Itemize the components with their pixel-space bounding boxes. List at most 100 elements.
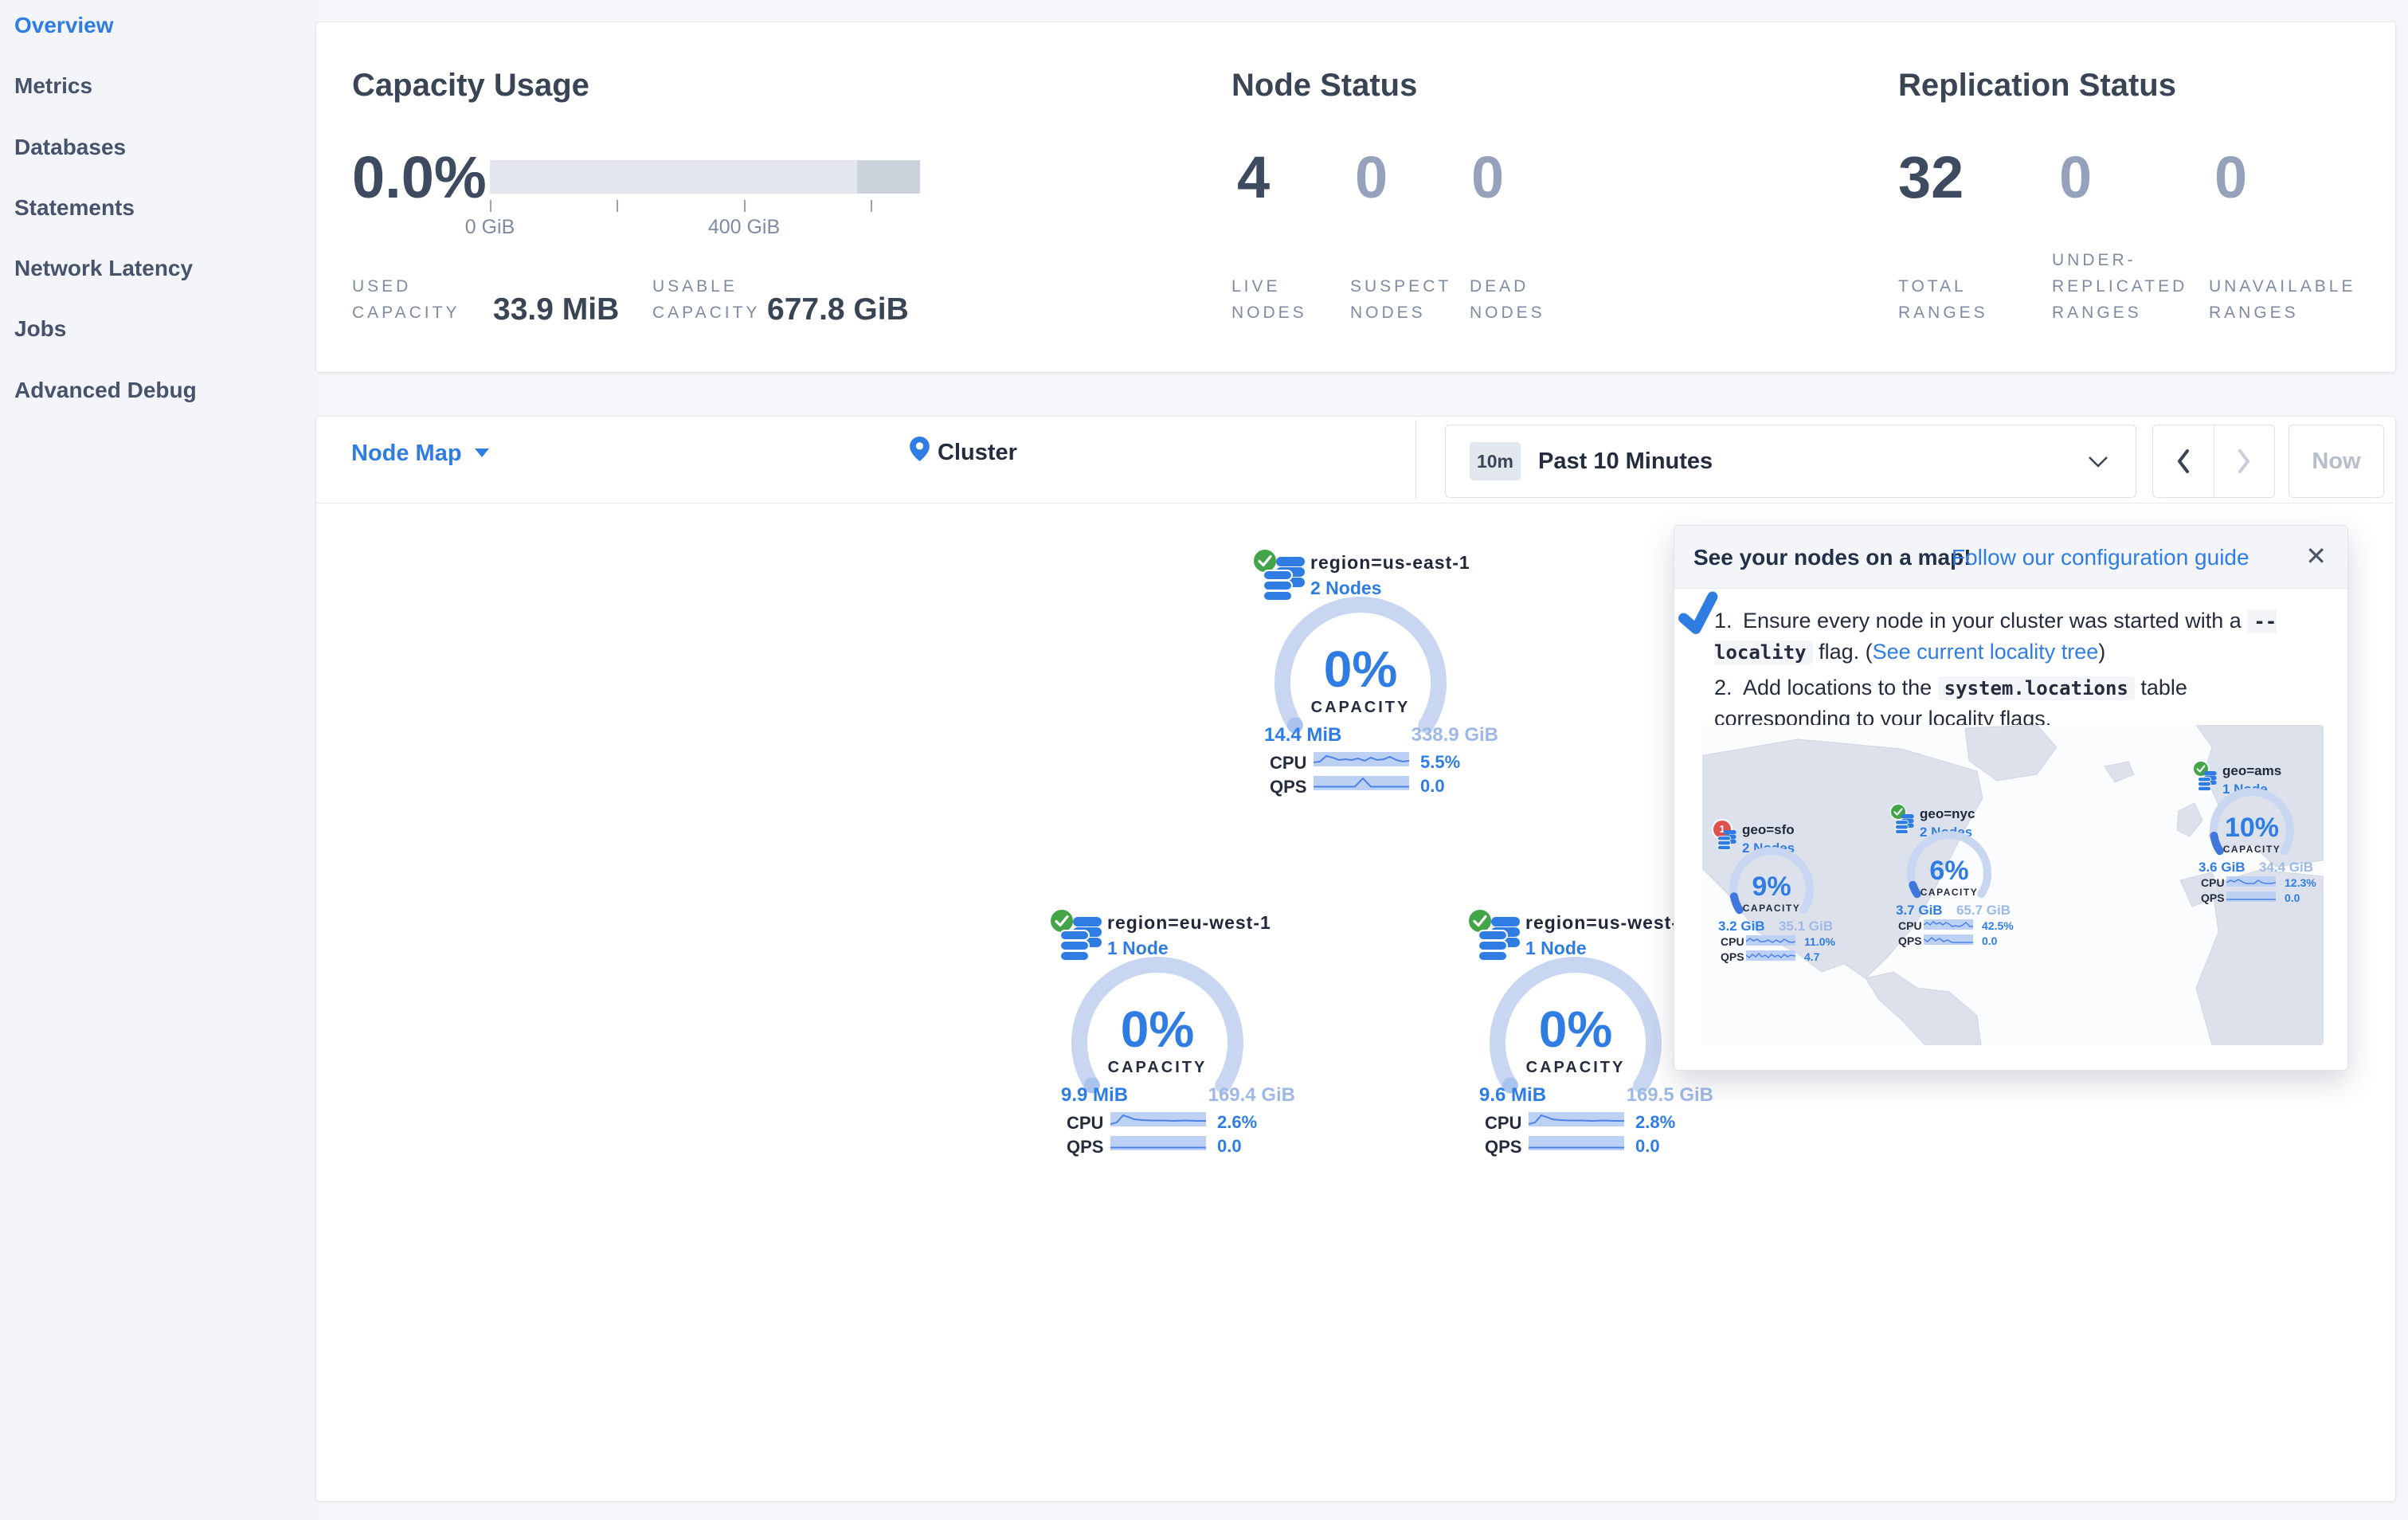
capacity-percent: 9% — [1752, 872, 1791, 902]
used-capacity: 3.2 GiB — [1718, 919, 1765, 934]
qps-value: 0.0 — [1420, 776, 1445, 796]
cluster-overview-page: Overview Metrics Databases Statements Ne… — [0, 0, 2408, 1520]
qps-label: QPS — [1270, 777, 1307, 797]
axis-tick — [490, 200, 491, 212]
sidebar-item-databases[interactable]: Databases — [14, 130, 126, 165]
cpu-label: CPU — [1898, 919, 1922, 932]
sidebar-item-jobs[interactable]: Jobs — [14, 311, 66, 347]
chevron-down-icon — [474, 449, 489, 457]
node-map-setup-tooltip: See your nodes on a map! Follow our conf… — [1674, 525, 2348, 1071]
step-number: 1. — [1714, 609, 1733, 633]
cpu-value: 2.8% — [1635, 1112, 1676, 1132]
toolbar-divider — [1415, 420, 1416, 499]
locality-card-us-east-1: region=us-east-1 2 Nodes 0% CAPACITY 14.… — [1251, 543, 1522, 805]
cpu-label: CPU — [1270, 753, 1307, 773]
used-capacity: 9.6 MiB — [1479, 1084, 1547, 1106]
cpu-value: 2.6% — [1217, 1112, 1258, 1132]
dead-nodes-label: DEAD NODES — [1470, 277, 1545, 322]
total-ranges-label: TOTAL RANGES — [1898, 277, 1988, 322]
sidebar-item-advanced-debug[interactable]: Advanced Debug — [14, 373, 197, 408]
chevron-right-icon — [2238, 449, 2249, 473]
step-text: flag. ( — [1812, 640, 1873, 664]
map-node-name: geo=sfo — [1742, 822, 1795, 837]
qps-sparkline — [1746, 950, 1795, 961]
cpu-value: 12.3% — [2285, 876, 2316, 889]
qps-value: 0.0 — [2285, 891, 2300, 904]
qps-label: QPS — [1898, 934, 1922, 947]
unavailable-ranges-label: UNAVAILABLE RANGES — [2209, 277, 2356, 322]
used-capacity: 3.6 GiB — [2199, 860, 2246, 875]
suspect-nodes-count: 0 — [1355, 144, 1388, 210]
axis-tick — [744, 200, 746, 212]
used-capacity: 9.9 MiB — [1061, 1084, 1129, 1106]
unavailable-ranges-count: 0 — [2214, 144, 2248, 210]
qps-value: 0.0 — [1635, 1136, 1660, 1156]
time-range-label: Past 10 Minutes — [1538, 449, 1713, 474]
breadcrumb-cluster[interactable]: Cluster — [938, 440, 1017, 466]
axis-tick — [617, 200, 618, 212]
sidebar-item-metrics[interactable]: Metrics — [14, 69, 92, 104]
capacity-label: CAPACITY — [1742, 903, 1801, 914]
used-capacity: 3.7 GiB — [1896, 903, 1943, 918]
capacity-label: CAPACITY — [1310, 699, 1411, 716]
capacity-percent: 6% — [1929, 856, 1969, 886]
total-capacity: 169.4 GiB — [1208, 1084, 1295, 1106]
total-capacity: 35.1 GiB — [1778, 919, 1833, 934]
cpu-value: 11.0% — [1804, 935, 1835, 948]
cluster-summary-panel: Capacity Usage 0.0% 0 GiB 400 GiB USED C… — [315, 22, 2396, 373]
tooltip-steps: 1. Ensure every node in your cluster was … — [1714, 605, 2321, 738]
capacity-label: CAPACITY — [1107, 1059, 1208, 1076]
configuration-guide-link[interactable]: Follow our configuration guide — [1952, 545, 2249, 570]
sidebar-item-statements[interactable]: Statements — [14, 190, 135, 225]
capacity-usage-bar — [490, 160, 920, 194]
map-toolbar: Node Map Cluster 10m Past 10 Minutes Now — [316, 417, 2394, 503]
total-ranges-count: 32 — [1898, 144, 1964, 210]
cpu-value: 5.5% — [1420, 752, 1461, 772]
tooltip-title: See your nodes on a map! — [1693, 545, 1971, 570]
qps-value: 4.7 — [1804, 950, 1820, 963]
map-node-name: geo=ams — [2222, 763, 2282, 778]
time-step-forward-button[interactable] — [2214, 425, 2274, 497]
now-button[interactable]: Now — [2289, 425, 2384, 498]
axis-tick-label-400gib: 400 GiB — [707, 216, 781, 238]
qps-label: QPS — [1721, 950, 1744, 963]
cpu-sparkline — [1314, 752, 1409, 766]
system-locations-code: system.locations — [1937, 676, 2135, 700]
step-number: 2. — [1714, 676, 1733, 699]
map-pin-icon — [910, 437, 930, 461]
live-nodes-label: LIVE NODES — [1231, 277, 1307, 322]
time-step-back-button[interactable] — [2153, 425, 2214, 497]
locality-tree-link[interactable]: See current locality tree — [1873, 640, 2099, 664]
capacity-percent: 0% — [1538, 1001, 1613, 1058]
used-capacity-value: 33.9 MiB — [493, 292, 620, 327]
under-replicated-ranges-count: 0 — [2059, 144, 2093, 210]
used-capacity: 14.4 MiB — [1264, 724, 1342, 746]
qps-label: QPS — [1067, 1137, 1104, 1157]
under-replicated-ranges-label: UNDER-REPLICATED RANGES — [2052, 251, 2188, 322]
capacity-label: CAPACITY — [1920, 887, 1979, 898]
map-preview: 1 geo=sfo 2 Nodes 9% CAPACITY 3.2 GiB 35… — [1702, 725, 2324, 1045]
replication-status-title: Replication Status — [1898, 68, 2176, 103]
cpu-label: CPU — [1721, 935, 1744, 948]
node-map-panel: Node Map Cluster 10m Past 10 Minutes Now… — [315, 416, 2396, 1502]
capacity-label: CAPACITY — [1525, 1059, 1626, 1076]
view-mode-dropdown[interactable]: Node Map — [351, 441, 489, 467]
usable-capacity-label: USABLE CAPACITY — [652, 277, 761, 322]
sidebar-item-overview[interactable]: Overview — [14, 8, 114, 43]
cpu-sparkline — [1529, 1112, 1624, 1126]
cpu-sparkline — [1746, 935, 1795, 946]
capacity-bar-reserved-segment — [856, 160, 920, 194]
used-capacity-label: USED CAPACITY — [352, 277, 460, 322]
close-icon[interactable]: ✕ — [2305, 542, 2327, 570]
map-node-ams: geo=ams 1 Node 10% CAPACITY 3.6 GiB 34.4… — [2191, 754, 2322, 913]
axis-tick — [871, 200, 872, 212]
time-range-selector[interactable]: 10m Past 10 Minutes — [1445, 425, 2136, 498]
step-text: Add locations to the — [1743, 676, 1938, 699]
map-node-name: geo=nyc — [1920, 806, 1975, 821]
cpu-label: CPU — [1485, 1113, 1522, 1133]
view-mode-label: Node Map — [351, 441, 462, 466]
step-text: ) — [2098, 640, 2106, 664]
cpu-sparkline — [1110, 1112, 1206, 1126]
sidebar-item-network-latency[interactable]: Network Latency — [14, 251, 193, 286]
total-capacity: 65.7 GiB — [1956, 903, 2011, 918]
